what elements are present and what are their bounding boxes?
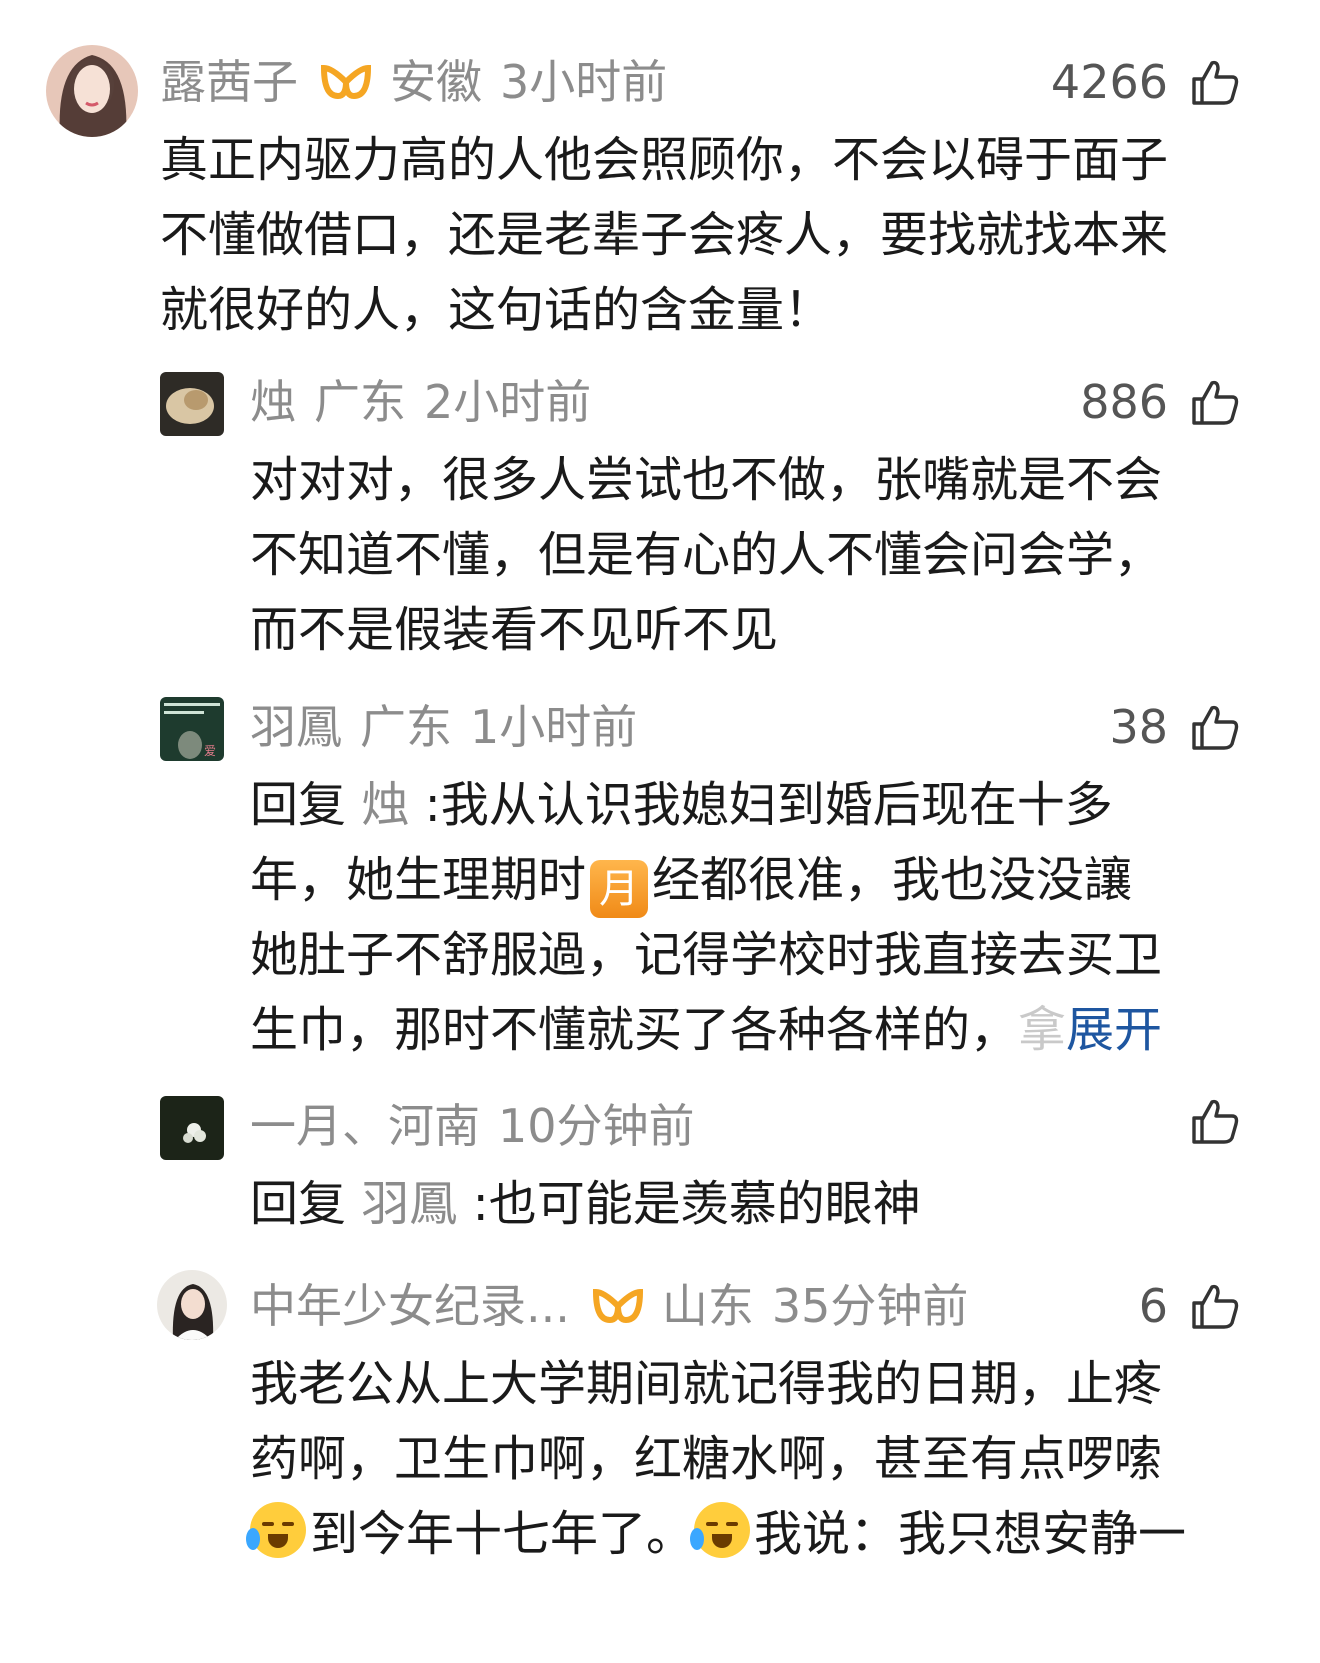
- comment-fragment: 到今年十七年了。: [310, 1506, 695, 1562]
- like-button[interactable]: 38: [1109, 697, 1240, 757]
- thumbs-up-icon: [1192, 705, 1239, 750]
- comment-line: 回复 羽鳳 :也可能是羡慕的眼神: [250, 1167, 921, 1242]
- comment-line: 真正内驱力高的人他会照顾你，不会以碍于面子: [160, 132, 1169, 188]
- comment-line: 到今年十七年了。 我说：我只想安静一: [246, 1497, 1187, 1572]
- username[interactable]: 羽鳳: [250, 697, 342, 757]
- avatar[interactable]: [160, 1096, 224, 1160]
- comment-line: 而不是假装看不见听不见: [250, 602, 779, 658]
- username[interactable]: 露茜子: [160, 52, 298, 112]
- vip-badge-icon: [320, 64, 372, 100]
- username[interactable]: 中年少女纪录...: [250, 1276, 570, 1336]
- location: 山东: [661, 1279, 754, 1333]
- comment-text: 对对对，很多人尝试也不做，张嘴就是不会 不知道不懂，但是有心的人不懂会问会学， …: [250, 443, 1162, 668]
- like-count: 38: [1109, 700, 1168, 754]
- avatar[interactable]: 爱: [160, 697, 224, 761]
- avatar[interactable]: [46, 45, 138, 137]
- comment-fragment: 我说：我只想安静一: [754, 1506, 1187, 1562]
- timestamp: 35分钟前: [771, 1279, 969, 1333]
- like-button[interactable]: 4266: [1051, 52, 1240, 112]
- location: 广东: [360, 700, 452, 754]
- comment-line: :也可能是羡慕的眼神: [472, 1176, 921, 1232]
- reply-to-user[interactable]: 烛: [361, 777, 409, 833]
- thumbs-up-icon: [1192, 1099, 1239, 1144]
- thumbs-up-icon: [1192, 60, 1239, 105]
- location: 河南: [388, 1099, 480, 1153]
- reply-to-user[interactable]: 羽鳳: [361, 1176, 457, 1232]
- reply-prefix: 回复: [250, 1176, 347, 1232]
- thumbs-up-icon: [1192, 1284, 1239, 1329]
- avatar[interactable]: [160, 372, 224, 436]
- comment-line: 就很好的人，这句话的含金量！: [160, 282, 833, 338]
- like-button[interactable]: 6: [1139, 1276, 1240, 1336]
- username[interactable]: 一月、: [250, 1096, 388, 1156]
- comment-meta: 一月、 河南 10分钟前: [250, 1096, 695, 1156]
- comment-text: 我老公从上大学期间就记得我的日期，止疼 药啊，卫生巾啊，红糖水啊，甚至有点啰嗦 …: [246, 1347, 1187, 1572]
- vip-badge-icon: [592, 1288, 643, 1324]
- comment-text: 真正内驱力高的人他会照顾你，不会以碍于面子 不懂做借口，还是老辈子会疼人，要找就…: [160, 123, 1168, 348]
- faded-text: 拿: [1018, 1002, 1067, 1058]
- like-count: 6: [1138, 1279, 1168, 1333]
- comment-line: 回复 烛 :我从认识我媳妇到婚后现在十多: [250, 768, 1162, 843]
- comment-text: 回复 羽鳳 :也可能是羡慕的眼神: [250, 1167, 921, 1242]
- comment-line: 我老公从上大学期间就记得我的日期，止疼: [250, 1356, 1163, 1412]
- comment-line: 年，她生理期时月经都很准，我也没没讓: [250, 843, 1162, 918]
- timestamp: 3小时前: [500, 55, 668, 109]
- comment-text: 回复 烛 :我从认识我媳妇到婚后现在十多 年，她生理期时月经都很准，我也没没讓 …: [250, 768, 1162, 1068]
- comment-fragment: 生巾，那时不懂就买了各种各样的，: [250, 1002, 1019, 1058]
- timestamp: 2小时前: [424, 375, 592, 429]
- comment-line: 药啊，卫生巾啊，红糖水啊，甚至有点啰嗦: [250, 1431, 1163, 1487]
- expand-link[interactable]: 展开: [1066, 1002, 1162, 1058]
- comment-line: 生巾，那时不懂就买了各种各样的，拿展开: [250, 993, 1162, 1068]
- crying-face-emoji: [246, 1502, 306, 1558]
- comment-fragment: 年，她生理期时: [250, 852, 587, 908]
- comment-meta: 中年少女纪录... 山东 35分钟前: [250, 1276, 968, 1336]
- like-button[interactable]: [1190, 1096, 1240, 1146]
- location: 广东: [314, 375, 406, 429]
- comment-fragment: 经都很准，我也没没讓: [652, 852, 1133, 908]
- svg-text:爱: 爱: [204, 744, 216, 758]
- thumbs-up-icon: [1192, 380, 1239, 425]
- comment-meta: 露茜子 安徽 3小时前: [160, 52, 667, 112]
- avatar[interactable]: [157, 1270, 227, 1340]
- comment-meta: 羽鳳 广东 1小时前: [250, 697, 637, 757]
- like-count: 886: [1080, 375, 1168, 429]
- comment-line: 她肚子不舒服過，记得学校时我直接去买卫: [250, 927, 1163, 983]
- timestamp: 1小时前: [470, 700, 638, 754]
- location: 安徽: [390, 55, 482, 109]
- timestamp: 10分钟前: [498, 1099, 695, 1153]
- like-button[interactable]: 886: [1080, 372, 1240, 432]
- like-count: 4266: [1050, 55, 1168, 109]
- moon-emoji: 月: [590, 860, 649, 918]
- comment-line: 对对对，很多人尝试也不做，张嘴就是不会: [250, 452, 1163, 508]
- comment-line: 不懂做借口，还是老辈子会疼人，要找就找本来: [160, 207, 1169, 263]
- username[interactable]: 烛: [250, 372, 296, 432]
- comment-line: :我从认识我媳妇到婚后现在十多: [424, 777, 1113, 833]
- comment-meta: 烛 广东 2小时前: [250, 372, 591, 432]
- reply-prefix: 回复: [250, 777, 347, 833]
- comment-line: 不知道不懂，但是有心的人不懂会问会学，: [250, 527, 1163, 583]
- crying-face-emoji: [690, 1502, 751, 1558]
